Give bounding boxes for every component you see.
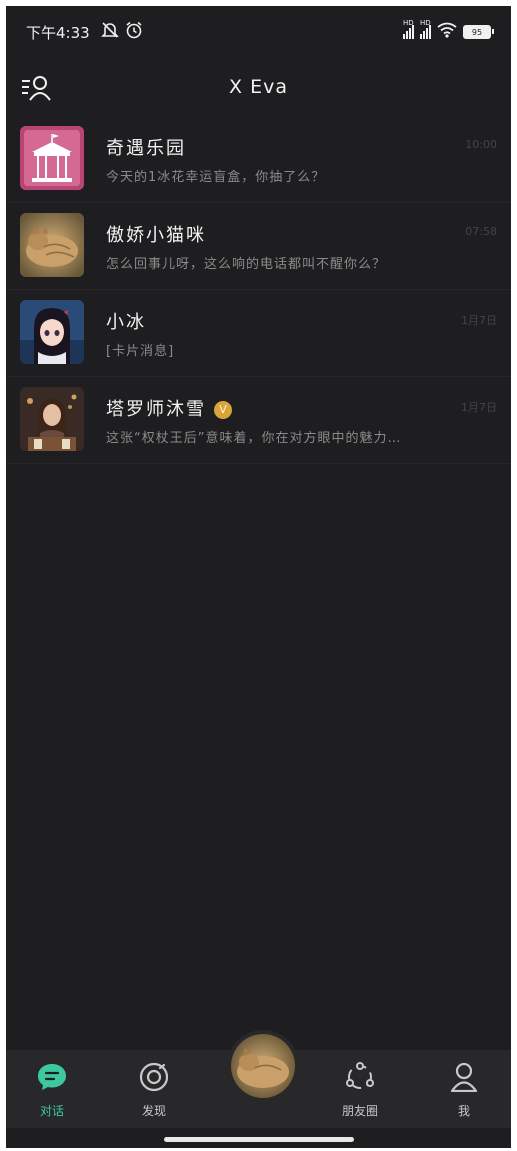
verified-badge-icon: V <box>214 401 232 419</box>
chat-name: 傲娇小猫咪 <box>106 225 206 246</box>
status-bar: 下午4:33 HD HD 95 <box>6 6 511 56</box>
tab-discover[interactable]: 发现 <box>124 1062 184 1119</box>
chat-preview: 这张“权杖王后”意味着，你在对方眼中的魅力… <box>106 431 402 446</box>
moments-icon <box>344 1062 376 1096</box>
home-indicator[interactable] <box>163 1137 354 1142</box>
chat-item-xiaobing[interactable]: 小冰 [卡片消息] 1月7日 <box>6 290 511 377</box>
wifi-icon <box>437 22 457 42</box>
status-time: 下午4:33 <box>26 24 90 42</box>
chat-item-tarot[interactable]: 塔罗师沐雪 V 这张“权杖王后”意味着，你在对方眼中的魅力… 1月7日 <box>6 377 511 464</box>
chat-name: 塔罗师沐雪 V <box>106 395 232 421</box>
chat-item-qiyu-park[interactable]: 奇遇乐园 今天的1冰花幸运盲盒，你抽了么？ 10:00 <box>6 116 511 203</box>
chat-time: 1月7日 <box>461 314 497 327</box>
alarm-icon <box>124 20 144 44</box>
signal-icon-2: HD <box>420 19 431 39</box>
app-header: X Eva <box>6 62 511 112</box>
chat-time: 07:58 <box>465 225 497 238</box>
battery-icon: 95 <box>463 25 494 39</box>
chat-name: 小冰 <box>106 312 146 333</box>
chat-preview: 怎么回事儿呀，这么响的电话都叫不醒你么？ <box>106 257 387 272</box>
center-avatar-button[interactable] <box>226 1030 299 1102</box>
discover-icon <box>138 1062 170 1096</box>
chat-time: 10:00 <box>465 138 497 151</box>
cat-avatar <box>20 213 84 277</box>
chat-preview: 今天的1冰花幸运盲盒，你抽了么？ <box>106 170 326 185</box>
signal-icon: HD <box>403 19 414 39</box>
app-screen: 下午4:33 HD HD 95 X Eva 奇遇乐园 今天的1冰花幸运盲盒，你抽… <box>6 6 511 1148</box>
chat-item-cat[interactable]: 傲娇小猫咪 怎么回事儿呀，这么响的电话都叫不醒你么？ 07:58 <box>6 203 511 290</box>
tarot-avatar <box>20 387 84 451</box>
chat-time: 1月7日 <box>461 401 497 414</box>
chat-list: 奇遇乐园 今天的1冰花幸运盲盒，你抽了么？ 10:00 傲娇小猫咪 怎么回事儿呀… <box>6 116 511 464</box>
anime-girl-avatar <box>20 300 84 364</box>
tab-profile[interactable]: 我 <box>434 1062 494 1119</box>
chat-preview: [卡片消息] <box>106 344 175 359</box>
tab-chat[interactable]: 对话 <box>22 1062 82 1119</box>
tab-label: 朋友圈 <box>341 1104 378 1118</box>
tab-label: 我 <box>457 1104 470 1118</box>
tab-label: 发现 <box>141 1104 166 1118</box>
chat-name: 奇遇乐园 <box>106 138 186 159</box>
tab-moments[interactable]: 朋友圈 <box>330 1062 390 1119</box>
bell-muted-icon <box>100 20 120 44</box>
tab-label: 对话 <box>39 1104 64 1118</box>
carousel-avatar <box>20 126 84 190</box>
bottom-nav: 对话 发现 朋友圈 我 <box>6 1030 511 1128</box>
profile-icon <box>448 1062 480 1096</box>
chat-bubble-icon <box>36 1064 68 1096</box>
page-title: X Eva <box>229 76 288 98</box>
